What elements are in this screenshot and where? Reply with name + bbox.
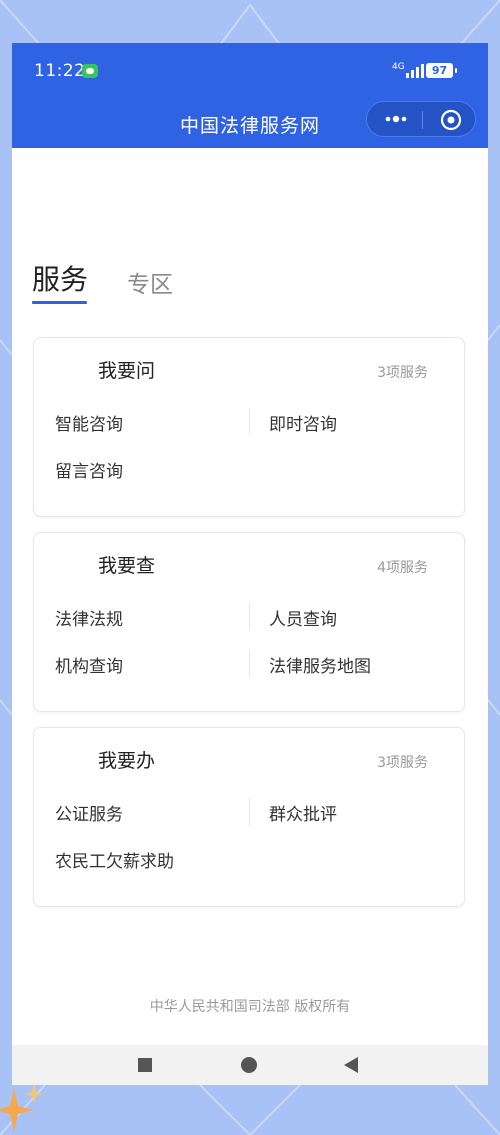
battery-icon: 97	[426, 63, 457, 78]
system-navigation-bar	[12, 1045, 488, 1085]
service-item[interactable]: 即时咨询	[269, 410, 459, 435]
card-title: 我要查	[98, 555, 156, 577]
mini-program-capsule	[366, 101, 476, 137]
sparkle-decoration	[0, 1084, 43, 1132]
signal-icon	[406, 64, 424, 78]
close-capsule-icon[interactable]	[440, 109, 462, 131]
column-divider	[249, 650, 250, 677]
status-bar: 11:22 4G 97	[12, 43, 488, 101]
tab-bar: 服务 专区	[12, 258, 488, 308]
active-tab-indicator	[32, 301, 87, 304]
column-divider	[249, 408, 250, 435]
service-item[interactable]: 人员查询	[269, 605, 459, 630]
status-time: 11:22	[34, 61, 86, 81]
column-divider	[249, 603, 250, 630]
home-icon[interactable]	[239, 1055, 259, 1075]
tab-zone[interactable]: 专区	[127, 265, 173, 299]
tab-service[interactable]: 服务	[32, 258, 88, 298]
card-handle: 我要办 3项服务 公证服务 群众批评 农民工欠薪求助	[33, 727, 465, 907]
more-icon[interactable]	[379, 110, 413, 128]
service-item[interactable]: 法律法规	[55, 605, 245, 630]
card-ask: 我要问 3项服务 智能咨询 即时咨询 留言咨询	[33, 337, 465, 517]
message-icon	[82, 64, 98, 78]
title-bar: 中国法律服务网	[12, 101, 488, 148]
service-item[interactable]: 留言咨询	[55, 457, 245, 482]
capsule-divider	[422, 111, 423, 129]
service-item[interactable]: 群众批评	[269, 800, 459, 825]
card-title: 我要办	[98, 750, 156, 772]
service-item[interactable]: 法律服务地图	[269, 652, 459, 677]
service-item[interactable]: 机构查询	[55, 652, 245, 677]
column-divider	[249, 798, 250, 825]
service-item[interactable]: 智能咨询	[55, 410, 245, 435]
recents-icon[interactable]	[135, 1055, 155, 1075]
card-search: 我要查 4项服务 法律法规 人员查询 机构查询 法律服务地图	[33, 532, 465, 712]
card-title: 我要问	[98, 360, 156, 382]
back-icon[interactable]	[341, 1055, 361, 1075]
network-type: 4G	[392, 62, 405, 72]
service-count: 3项服务	[377, 365, 428, 381]
phone-screen: 11:22 4G 97 中国法律服务网 服务 专区 我要问 3项服务 智能咨询 …	[12, 43, 488, 1085]
service-item[interactable]: 农民工欠薪求助	[55, 847, 245, 872]
service-count: 4项服务	[377, 560, 428, 576]
service-item[interactable]: 公证服务	[55, 800, 245, 825]
service-count: 3项服务	[377, 755, 428, 771]
copyright-footer: 中华人民共和国司法部 版权所有	[149, 999, 351, 1015]
